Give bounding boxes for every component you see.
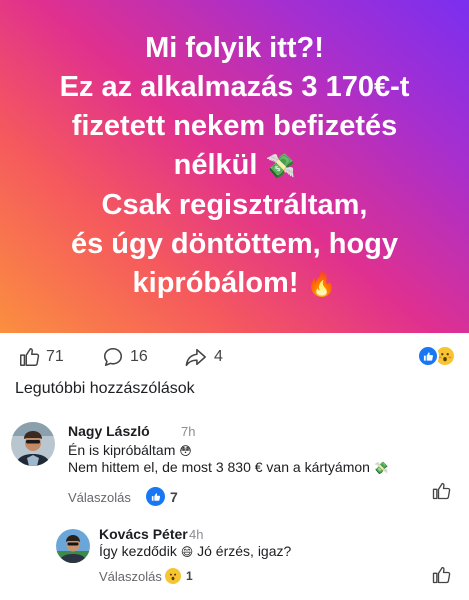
comment-author[interactable]: Kovács Péter bbox=[99, 526, 188, 542]
thumb-up-button[interactable] bbox=[431, 565, 451, 590]
hero-line-2: Ez az alkalmazás 3 170€-t bbox=[59, 71, 410, 103]
reaction-count: 7 bbox=[170, 488, 178, 505]
money-emoji: 💸 bbox=[373, 461, 389, 475]
flushed-emoji: 😳 bbox=[179, 444, 192, 458]
comment-text: Így kezdődik bbox=[99, 543, 177, 559]
like-icon bbox=[20, 348, 40, 366]
reply-button[interactable]: Válaszolás bbox=[99, 569, 162, 584]
like-action[interactable]: 71 bbox=[18, 346, 64, 368]
section-title: Legutóbbi hozzászólások bbox=[15, 380, 195, 397]
hero-line-5: Csak regisztráltam, bbox=[101, 189, 368, 221]
avatar[interactable] bbox=[56, 529, 90, 563]
hero-line-1: Mi folyik itt?! bbox=[145, 32, 324, 64]
wow-badge-icon bbox=[165, 568, 181, 584]
comment-count: 16 bbox=[130, 348, 148, 365]
comment-text-line-1: Én is kipróbáltam 😳 bbox=[68, 442, 192, 460]
comment-text: Jó érzés, igaz? bbox=[197, 543, 292, 559]
hero-line-4: nélkül 💸 bbox=[15, 146, 455, 186]
grin-emoji: 😄 bbox=[180, 545, 194, 559]
comment-text: Én is kipróbáltam bbox=[68, 442, 176, 458]
hero-line-4-text: nélkül bbox=[173, 149, 258, 181]
comment-author[interactable]: Nagy László bbox=[68, 423, 150, 439]
like-reaction-icon bbox=[417, 345, 439, 367]
thumb-up-button[interactable] bbox=[431, 481, 451, 506]
share-icon bbox=[185, 348, 206, 367]
comment-action[interactable]: 16 bbox=[102, 346, 148, 368]
avatar[interactable] bbox=[11, 422, 55, 466]
like-badge-icon bbox=[146, 487, 165, 506]
comment-text: Nem hittem el, de most 3 830 € van a kár… bbox=[68, 459, 370, 475]
like-count: 71 bbox=[46, 348, 64, 365]
hero-line-7-text: kipróbálom! bbox=[132, 267, 299, 299]
hero-text: Mi folyik itt?! Ez az alkalmazás 3 170€-… bbox=[15, 29, 455, 304]
comment-text-line-2: Nem hittem el, de most 3 830 € van a kár… bbox=[68, 459, 389, 477]
fire-emoji: 🔥 bbox=[306, 270, 337, 298]
hero-line-7: kipróbálom! 🔥 bbox=[15, 264, 455, 304]
post-stats-bar: 71 16 4 bbox=[0, 333, 469, 379]
comment-text-line-1: Így kezdődik 😄 Jó érzés, igaz? bbox=[99, 543, 291, 561]
post-hero-banner: Mi folyik itt?! Ez az alkalmazás 3 170€-… bbox=[0, 0, 469, 333]
hero-line-6: és úgy döntöttem, hogy bbox=[70, 228, 399, 260]
comment-icon bbox=[103, 347, 123, 367]
money-emoji: 💸 bbox=[265, 152, 296, 180]
comment-time: 7h bbox=[181, 424, 196, 439]
reply-button[interactable]: Válaszolás bbox=[68, 490, 131, 505]
hero-line-3: fizetett nekem befizetés bbox=[71, 110, 398, 142]
share-action[interactable]: 4 bbox=[184, 346, 223, 368]
thumb-up-icon bbox=[432, 566, 451, 584]
share-count: 4 bbox=[214, 348, 223, 365]
reaction-count: 1 bbox=[186, 569, 193, 583]
comment-time: 4h bbox=[189, 527, 204, 542]
reaction-summary[interactable] bbox=[417, 345, 461, 369]
comment-reactions[interactable]: 7 bbox=[146, 487, 178, 506]
comment-reactions[interactable]: 1 bbox=[165, 568, 193, 584]
thumb-up-icon bbox=[432, 482, 451, 500]
